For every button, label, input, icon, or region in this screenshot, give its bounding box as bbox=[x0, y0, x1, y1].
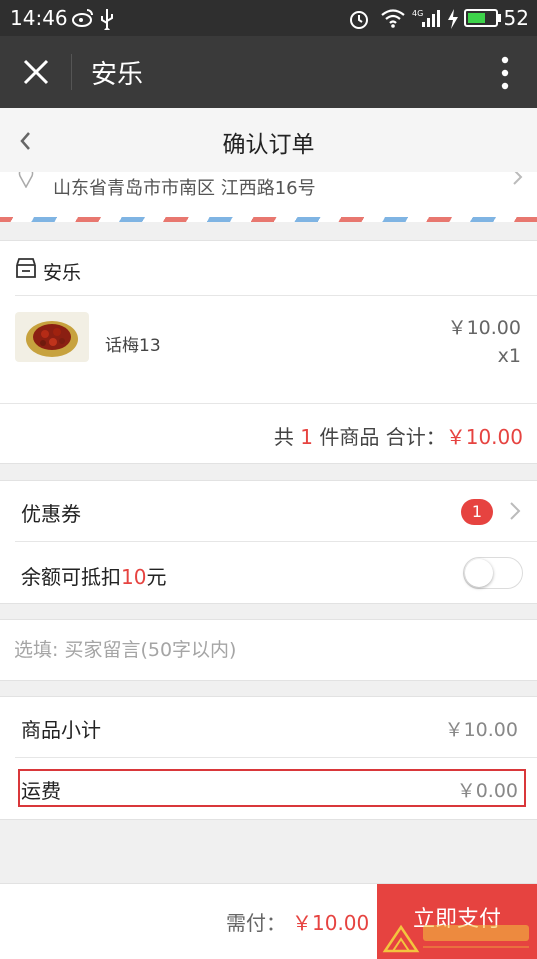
buyer-note-input[interactable] bbox=[0, 620, 537, 680]
cost-breakdown-card: 商品小计 ￥10.00 运费 ￥0.00 bbox=[0, 696, 537, 820]
divider bbox=[15, 295, 537, 296]
amount-due-value: ￥10.00 bbox=[292, 911, 370, 935]
airmail-stripe bbox=[0, 217, 537, 222]
subtotal-value: ￥10.00 bbox=[444, 719, 518, 741]
amount-due-label: 需付： bbox=[226, 911, 286, 935]
page-title: 确认订单 bbox=[222, 132, 315, 158]
balance-prefix: 余额可抵扣 bbox=[21, 565, 121, 589]
note-section bbox=[0, 619, 537, 681]
status-bar: 14:46 4G 52 bbox=[0, 0, 537, 36]
balance-toggle[interactable] bbox=[463, 557, 523, 589]
page-header: 确认订单 bbox=[0, 108, 537, 173]
watermark-logo bbox=[382, 924, 529, 953]
product-thumbnail bbox=[15, 312, 89, 362]
address-section[interactable]: 山东省青岛市市南区 江西路16号 bbox=[0, 172, 537, 222]
balance-amount: 10 bbox=[121, 565, 147, 589]
coupon-count-badge[interactable]: 1 bbox=[461, 499, 493, 525]
battery-icon bbox=[464, 9, 501, 27]
divider bbox=[15, 541, 537, 542]
wifi-icon bbox=[381, 9, 405, 28]
discounts-card: 优惠券 1 余额可抵扣10元 bbox=[0, 480, 537, 604]
order-items-card: 安乐 话梅13 ￥10.00 x1 共 1 件商品 合计：￥10.00 bbox=[0, 240, 537, 464]
location-pin-icon bbox=[18, 172, 34, 188]
toggle-knob bbox=[465, 559, 493, 587]
product-name: 话梅13 bbox=[105, 336, 161, 356]
app-bar: 安乐 bbox=[0, 36, 537, 108]
chevron-right-icon[interactable] bbox=[509, 501, 521, 521]
svg-text:4G: 4G bbox=[412, 9, 423, 18]
more-menu-icon[interactable] bbox=[501, 56, 509, 90]
weibo-icon bbox=[72, 9, 93, 27]
divider bbox=[71, 54, 72, 90]
charging-icon bbox=[448, 9, 458, 29]
subtotal-label: 商品小计 bbox=[21, 718, 101, 742]
product-price: ￥10.00 bbox=[447, 317, 521, 339]
shipping-value: ￥0.00 bbox=[456, 780, 518, 802]
summary-suffix: 件商品 合计： bbox=[319, 425, 446, 449]
close-icon[interactable] bbox=[22, 58, 50, 86]
product-quantity: x1 bbox=[497, 345, 521, 367]
summary-prefix: 共 bbox=[273, 425, 294, 449]
shop-name: 安乐 bbox=[43, 262, 82, 284]
item-count: 1 bbox=[300, 425, 314, 449]
usb-icon bbox=[101, 9, 113, 30]
order-total: ￥10.00 bbox=[445, 425, 523, 449]
highlight-box bbox=[18, 769, 526, 807]
coupon-label[interactable]: 优惠券 bbox=[21, 498, 81, 527]
signal-icon: 4G bbox=[412, 9, 440, 27]
app-title: 安乐 bbox=[91, 60, 144, 90]
shop-icon bbox=[16, 258, 36, 278]
status-time: 14:46 bbox=[10, 6, 68, 30]
address-text: 山东省青岛市市南区 江西路16号 bbox=[53, 178, 316, 199]
chevron-right-icon bbox=[513, 172, 523, 185]
balance-suffix: 元 bbox=[146, 565, 167, 589]
balance-deduction-label: 余额可抵扣10元 bbox=[21, 561, 166, 590]
divider bbox=[0, 403, 537, 404]
battery-percent: 52 bbox=[503, 6, 529, 30]
divider bbox=[15, 757, 537, 758]
shipping-label: 运费 bbox=[21, 779, 61, 803]
alarm-icon bbox=[350, 11, 368, 29]
order-summary: 共 1 件商品 合计：￥10.00 bbox=[274, 421, 523, 450]
